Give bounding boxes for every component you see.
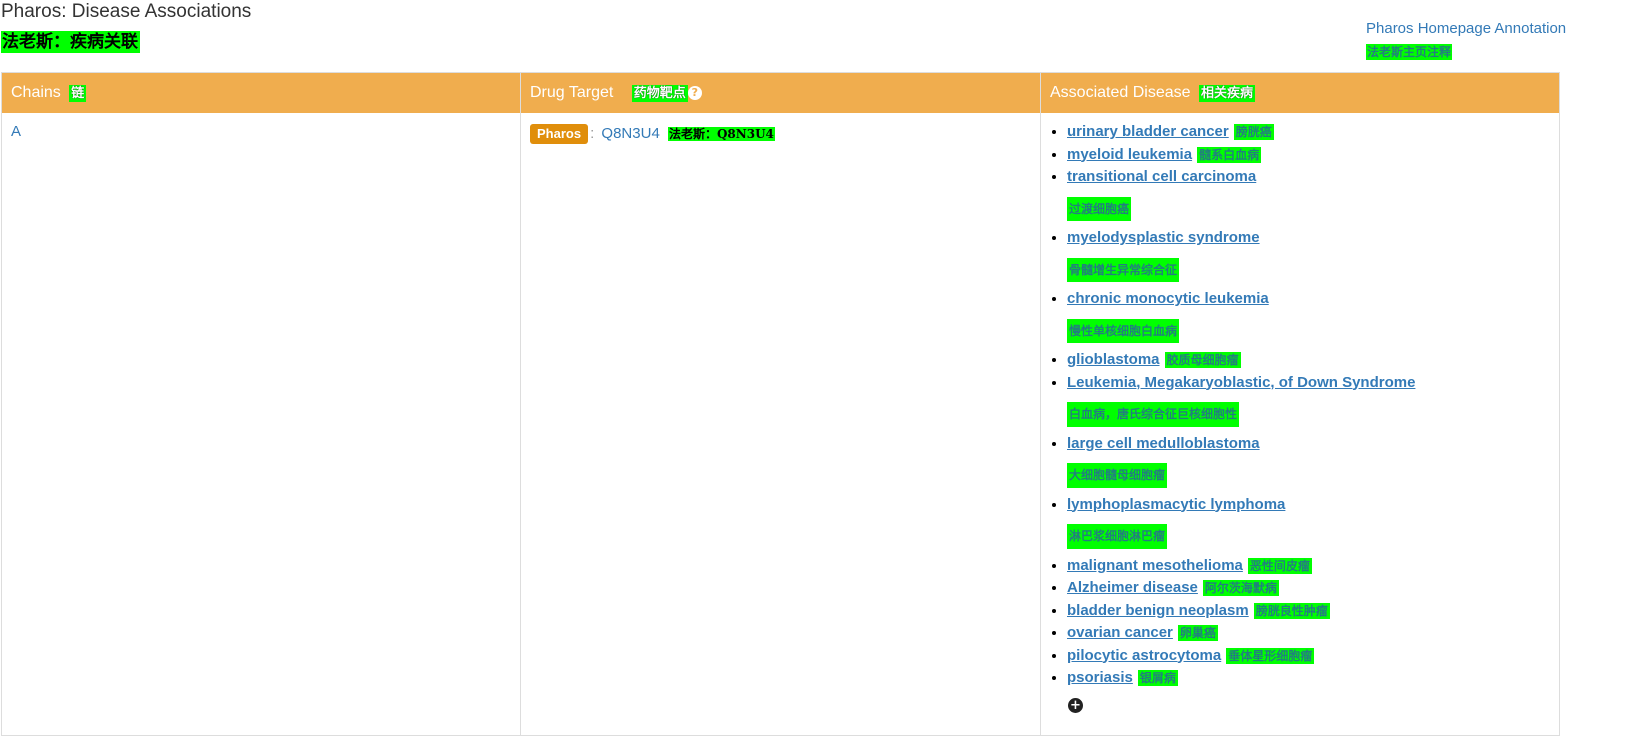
disease-cn: 阿尔茨海默病 bbox=[1202, 580, 1279, 596]
header-chains-cn: 链 bbox=[69, 85, 87, 102]
disease-link[interactable]: psoriasis bbox=[1067, 669, 1133, 686]
list-item: large cell medulloblastoma 大细胞髓母细胞瘤 bbox=[1067, 433, 1415, 488]
header-drug-target-cn: 药物靶点 bbox=[631, 85, 688, 102]
list-item: transitional cell carcinoma 过渡细胞癌 bbox=[1067, 166, 1415, 221]
list-item: chronic monocytic leukemia 慢性单核细胞白血病 bbox=[1067, 288, 1415, 343]
header-drug-target-label: Drug Target bbox=[530, 84, 614, 101]
header-chains: Chains 链 bbox=[2, 73, 521, 113]
disease-cn: 过渡细胞癌 bbox=[1067, 196, 1132, 221]
disease-link[interactable]: Alzheimer disease bbox=[1067, 579, 1198, 596]
disease-list: urinary bladder cancer膀胱癌 myeloid leukem… bbox=[1052, 121, 1415, 690]
list-item: Alzheimer disease阿尔茨海默病 bbox=[1067, 577, 1415, 600]
list-item: lymphoplasmacytic lymphoma 淋巴浆细胞淋巴瘤 bbox=[1067, 494, 1415, 549]
disease-link[interactable]: glioblastoma bbox=[1067, 351, 1160, 368]
disease-cn: 银屑病 bbox=[1137, 670, 1178, 686]
list-item: myeloid leukemia 髓系白血病 bbox=[1067, 144, 1415, 167]
pharos-homepage-link-cn: 法老斯主页注释 bbox=[1366, 44, 1453, 60]
disease-link[interactable]: large cell medulloblastoma bbox=[1067, 435, 1260, 452]
disease-cn: 恶性间皮瘤 bbox=[1247, 557, 1312, 574]
list-item: myelodysplastic syndrome 骨髓增生异常综合征 bbox=[1067, 227, 1415, 282]
disease-link[interactable]: ovarian cancer bbox=[1067, 624, 1173, 641]
disease-cn: 胶质母细胞瘤 bbox=[1164, 352, 1241, 368]
disease-link[interactable]: lymphoplasmacytic lymphoma bbox=[1067, 496, 1285, 513]
page-title: Pharos: Disease Associations bbox=[1, 1, 252, 22]
list-item: glioblastoma胶质母细胞瘤 bbox=[1067, 349, 1415, 372]
table-header: Chains 链 Drug Target 药物靶点? Associated Di… bbox=[2, 73, 1559, 113]
pharos-homepage-link[interactable]: Pharos Homepage Annotation bbox=[1366, 19, 1566, 39]
disease-link[interactable]: malignant mesothelioma bbox=[1067, 557, 1243, 574]
disease-cn: 白血病，唐氏综合征巨核细胞性 bbox=[1067, 402, 1240, 427]
disease-cn: 垂体星形细胞瘤 bbox=[1226, 647, 1315, 664]
disease-cn: 髓系白血病 bbox=[1197, 146, 1262, 163]
header-associated-disease: Associated Disease 相关疾病 bbox=[1041, 73, 1559, 113]
separator: : bbox=[590, 125, 595, 142]
drug-target-cell: Pharos: Q8N3U4 法老斯：Q8N3U4 bbox=[530, 123, 775, 145]
header-chains-label: Chains bbox=[11, 84, 61, 101]
disease-link[interactable]: chronic monocytic leukemia bbox=[1067, 290, 1269, 307]
help-icon[interactable]: ? bbox=[687, 86, 702, 100]
disease-link[interactable]: myeloid leukemia bbox=[1067, 146, 1192, 163]
disease-cn: 慢性单核细胞白血病 bbox=[1067, 318, 1180, 343]
disease-table: Chains 链 Drug Target 药物靶点? Associated Di… bbox=[1, 72, 1560, 736]
disease-link[interactable]: urinary bladder cancer bbox=[1067, 123, 1229, 140]
target-id-cn: 法老斯：Q8N3U4 bbox=[667, 127, 775, 141]
show-more-icon[interactable]: + bbox=[1068, 698, 1083, 713]
disease-cn: 骨髓增生异常综合征 bbox=[1067, 257, 1180, 282]
header-associated-disease-cn: 相关疾病 bbox=[1198, 85, 1255, 102]
disease-cn: 大细胞髓母细胞瘤 bbox=[1067, 463, 1168, 488]
list-item: psoriasis银屑病 bbox=[1067, 667, 1415, 690]
header-drug-target: Drug Target 药物靶点? bbox=[521, 73, 1041, 113]
target-id-link[interactable]: Q8N3U4 bbox=[601, 125, 659, 142]
header-associated-disease-label: Associated Disease bbox=[1050, 84, 1191, 101]
disease-link[interactable]: myelodysplastic syndrome bbox=[1067, 229, 1260, 246]
disease-link[interactable]: bladder benign neoplasm bbox=[1067, 602, 1249, 619]
disease-link[interactable]: Leukemia, Megakaryoblastic, of Down Synd… bbox=[1067, 374, 1415, 391]
disease-cn: 卵巢癌 bbox=[1177, 625, 1218, 641]
disease-link[interactable]: pilocytic astrocytoma bbox=[1067, 647, 1221, 664]
column-divider bbox=[520, 73, 521, 735]
disease-cn: 膀胱癌 bbox=[1233, 124, 1274, 140]
list-item: urinary bladder cancer膀胱癌 bbox=[1067, 121, 1415, 144]
list-item: Leukemia, Megakaryoblastic, of Down Synd… bbox=[1067, 372, 1415, 427]
pharos-badge[interactable]: Pharos bbox=[530, 124, 589, 144]
page-title-cn: 法老斯：疾病关联 bbox=[1, 31, 140, 53]
list-item: pilocytic astrocytoma 垂体星形细胞瘤 bbox=[1067, 645, 1415, 668]
list-item: bladder benign neoplasm膀胱良性肿瘤 bbox=[1067, 600, 1415, 623]
chain-link-a[interactable]: A bbox=[11, 123, 21, 140]
disease-cn: 膀胱良性肿瘤 bbox=[1253, 602, 1330, 619]
list-item: ovarian cancer卵巢癌 bbox=[1067, 622, 1415, 645]
column-divider bbox=[1040, 73, 1041, 735]
disease-link[interactable]: transitional cell carcinoma bbox=[1067, 168, 1256, 185]
list-item: malignant mesothelioma恶性间皮瘤 bbox=[1067, 555, 1415, 578]
disease-cn: 淋巴浆细胞淋巴瘤 bbox=[1067, 524, 1168, 549]
